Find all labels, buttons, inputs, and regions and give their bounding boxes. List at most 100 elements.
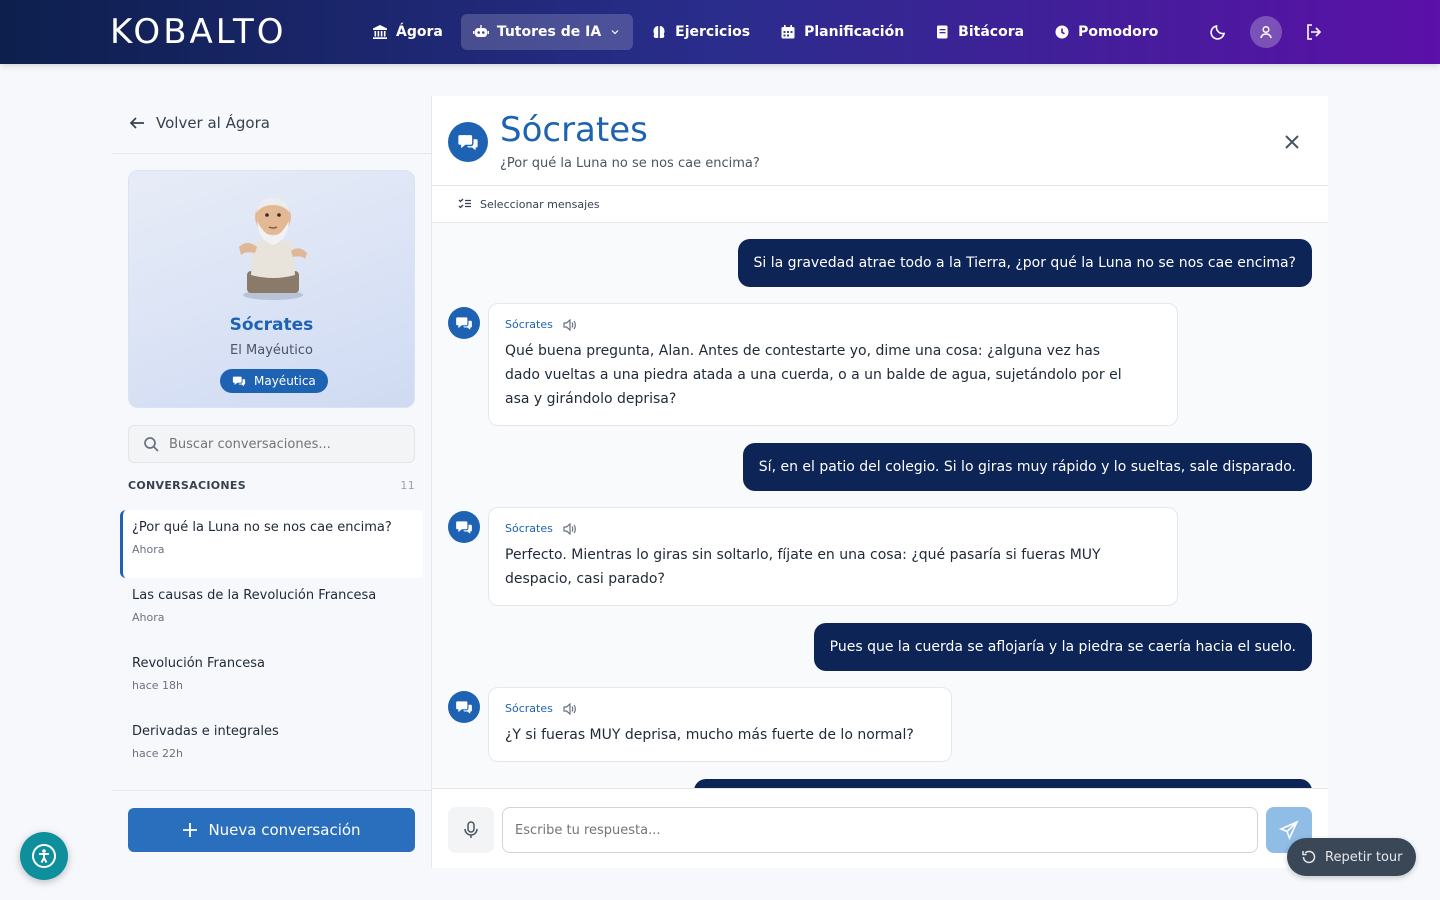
user-message: Pues que la cuerda se aflojaría y la pie… [813,623,1312,671]
search-input[interactable] [169,436,399,452]
text-line: Perfecto. Mientras lo giras sin soltarlo… [505,547,1101,563]
chat-header: Sócrates ¿Por qué la Luna no se nos cae … [432,96,1328,186]
select-messages-label: Seleccionar mensajes [480,197,600,211]
microphone-button[interactable] [448,807,494,853]
chat-bubbles-icon [456,521,472,534]
bank-icon [373,25,387,39]
chevron-down-icon [611,30,619,35]
tutor-avatar [448,307,480,339]
tutor-avatar [448,691,480,723]
author-name: Sócrates [505,318,553,331]
conversation-title: Revolución Francesa [132,656,265,671]
accessibility-icon [32,844,56,868]
conversation-title: Las causas de la Revolución Francesa [132,588,377,603]
nav-label: Pomodoro [1078,24,1159,40]
chat-subtitle: ¿Por qué la Luna no se nos cae encima? [500,156,760,171]
reply-composer [432,788,1328,868]
robot-icon [472,25,489,37]
text-line: asa y girándolo deprisa? [505,391,677,407]
refresh-icon [1302,850,1316,864]
new-conversation-button[interactable]: Nueva conversación [128,808,415,852]
conversation-item[interactable]: Derivadas e integrales hace 22h [120,714,423,782]
close-icon[interactable] [1282,132,1302,152]
nav-label: Ágora [396,24,443,40]
tutor-card: Sócrates El Mayéutico Mayéutica [128,170,415,408]
message-author: Sócrates [505,318,1161,331]
notebook-icon [937,25,948,39]
conversations-header: CONVERSACIONES 11 [128,479,415,492]
calendar-icon [781,25,795,39]
chat-bubbles-icon [458,135,478,151]
user-avatar-button[interactable] [1250,16,1282,48]
nav-item-agora[interactable]: Ágora [360,14,455,50]
conversation-title: ¿Por qué la Luna no se nos cae encima? [132,520,392,535]
message-text: Perfecto. Mientras lo giras sin soltarlo… [505,543,1161,591]
conversation-item[interactable]: ¿Por qué la Luna no se nos cae encima? A… [120,510,423,578]
tutor-bubble: Sócrates ¿Y si fueras MUY deprisa, mucho… [488,687,952,762]
tutor-bubble: Sócrates Qué buena pregunta, Alan. Antes… [488,303,1178,426]
back-to-agora-link[interactable]: Volver al Ágora [128,114,270,132]
text-line: dado vueltas a una piedra atada a una cu… [505,367,1122,383]
author-name: Sócrates [505,522,553,535]
conversation-item[interactable]: Revolución Francesa hace 18h [120,646,423,714]
send-icon [1279,820,1299,840]
nav-item-ejercicios[interactable]: Ejercicios [639,14,762,50]
tutor-avatar [448,122,488,162]
new-conversation-label: Nueva conversación [208,821,361,839]
badge-label: Mayéutica [254,374,316,388]
text-line: Qué buena pregunta, Alan. Antes de conte… [505,343,1101,359]
select-messages-button[interactable]: Seleccionar mensajes [432,186,1328,223]
user-message: Si la gravedad atrae todo a la Tierra, ¿… [737,239,1312,287]
nav-item-pomodoro[interactable]: Pomodoro [1042,14,1170,50]
conversations-sidebar: Volver al Ágora Sócrates El Mayéutico Ma… [112,96,432,868]
tutor-message: Sócrates Qué buena pregunta, Alan. Antes… [448,303,1188,427]
tutor-method-badge: Mayéutica [220,369,328,393]
nav-label: Bitácora [958,24,1025,40]
logout-button[interactable] [1298,16,1330,48]
tour-label: Repetir tour [1325,849,1403,865]
arrow-left-icon [129,117,144,129]
text-line: ¿Y si fueras MUY deprisa, mucho más fuer… [505,727,914,743]
tutor-message: Sócrates ¿Y si fueras MUY deprisa, mucho… [448,687,968,763]
tutor-message: Sócrates Perfecto. Mientras lo giras sin… [448,507,1188,607]
divider [112,153,432,154]
tutor-avatar [448,511,480,543]
message-author: Sócrates [505,702,935,715]
message-text: Qué buena pregunta, Alan. Antes de conte… [505,339,1161,411]
conversations-count: 11 [400,479,415,492]
chat-panel: Sócrates ¿Por qué la Luna no se nos cae … [432,96,1328,868]
accessibility-button[interactable] [20,832,68,880]
repeat-tour-button[interactable]: Repetir tour [1287,838,1416,876]
search-icon [144,437,159,452]
user-message: Sí, en el patio del colegio. Si lo giras… [742,443,1312,491]
checklist-icon [458,198,471,209]
nav-item-bitacora[interactable]: Bitácora [922,14,1036,50]
message-author: Sócrates [505,522,1161,535]
tutor-subtitle: El Mayéutico [230,343,313,358]
brain-icon [653,26,665,38]
tutor-name: Sócrates [229,315,314,335]
user-message-partial [694,779,1312,788]
message-list: Si la gravedad atrae todo a la Tierra, ¿… [432,223,1328,788]
chat-bubbles-icon [232,376,246,387]
divider [112,790,432,791]
message-text: ¿Y si fueras MUY deprisa, mucho más fuer… [505,723,935,747]
speaker-icon[interactable] [563,702,577,715]
clock-icon [1055,25,1069,39]
reply-input[interactable] [502,807,1258,853]
conversation-title: Derivadas e integrales [132,724,279,739]
dark-mode-toggle[interactable] [1202,16,1234,48]
app-logo[interactable]: KOBALTO [110,12,287,52]
conversation-search [128,425,415,463]
socrates-figure-image [239,197,307,300]
nav-item-planificacion[interactable]: Planificación [768,14,916,50]
speaker-icon[interactable] [563,318,577,331]
nav-label: Ejercicios [675,24,751,40]
nav-item-tutores[interactable]: Tutores de IA [460,14,634,50]
microphone-icon [464,821,478,838]
speaker-icon[interactable] [563,522,577,535]
back-label: Volver al Ágora [156,114,270,132]
topbar-actions [1202,16,1330,48]
conversation-item[interactable]: Las causas de la Revolución Francesa Aho… [120,578,423,646]
chat-title: Sócrates [500,110,648,150]
